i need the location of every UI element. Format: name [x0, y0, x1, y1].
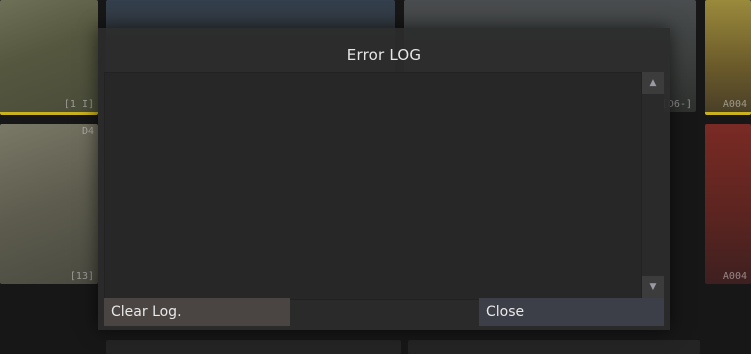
scroll-track[interactable] — [642, 94, 664, 276]
triangle-down-icon: ▼ — [649, 282, 657, 292]
error-log-textarea[interactable] — [104, 72, 642, 300]
triangle-up-icon: ▲ — [649, 78, 657, 88]
clear-log-button[interactable]: Clear Log. — [104, 298, 290, 326]
clip-thumbnail[interactable]: A004 — [705, 124, 751, 284]
dialog-title: Error LOG — [346, 46, 422, 64]
clip-label: D4 — [81, 126, 94, 137]
clip-label: [1 I] — [63, 99, 94, 110]
scroll-up-button[interactable]: ▲ — [642, 72, 664, 94]
clip-label: A004 — [722, 99, 747, 110]
clip-thumbnail[interactable] — [408, 340, 700, 354]
clip-label: [13] — [69, 271, 94, 282]
scroll-down-button[interactable]: ▼ — [642, 276, 664, 298]
clip-grid-background: [1 I] [D6-] A004 D4 [13] A004 Error LOG … — [0, 0, 751, 354]
clip-thumbnail[interactable]: [1 I] — [0, 0, 98, 115]
clip-thumbnail[interactable]: A004 — [705, 0, 751, 115]
close-button[interactable]: Close — [479, 298, 664, 326]
clip-thumbnail[interactable] — [106, 340, 401, 354]
log-scrollbar[interactable]: ▲ ▼ — [642, 72, 664, 298]
clip-label: A004 — [722, 271, 747, 282]
error-log-dialog: Error LOG ▲ ▼ Clear Log. Close — [98, 28, 670, 330]
clip-thumbnail[interactable]: D4 [13] — [0, 124, 98, 284]
